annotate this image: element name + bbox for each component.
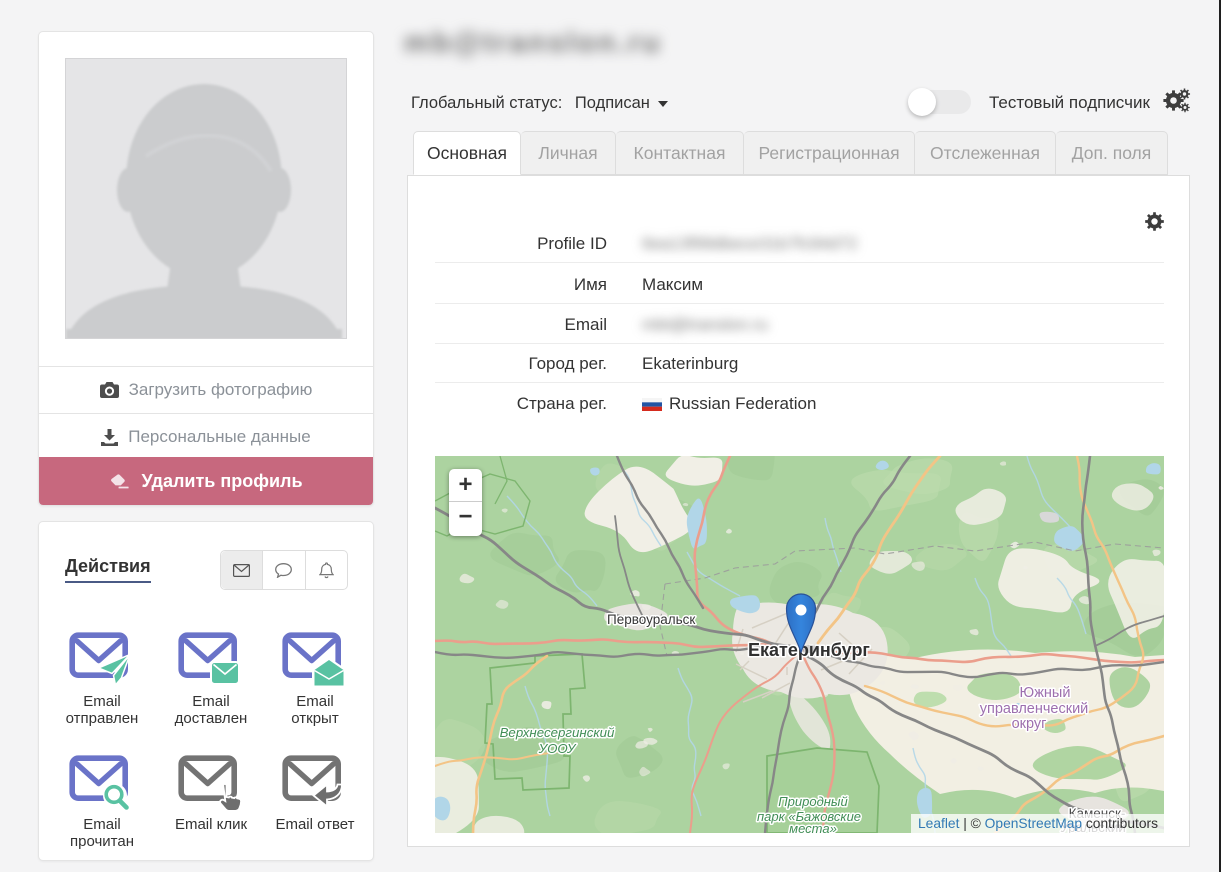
svg-text:округ: округ <box>1012 716 1047 732</box>
svg-text:управленческий: управленческий <box>980 701 1089 717</box>
svg-text:УООУ: УООУ <box>538 741 577 756</box>
svg-text:Первоуральск: Первоуральск <box>607 612 695 627</box>
svg-text:места»: места» <box>789 821 837 833</box>
svg-text:Верхнесергинский: Верхнесергинский <box>500 725 615 740</box>
svg-text:Южный: Южный <box>1020 685 1071 701</box>
svg-text:Природный: Природный <box>778 794 847 809</box>
